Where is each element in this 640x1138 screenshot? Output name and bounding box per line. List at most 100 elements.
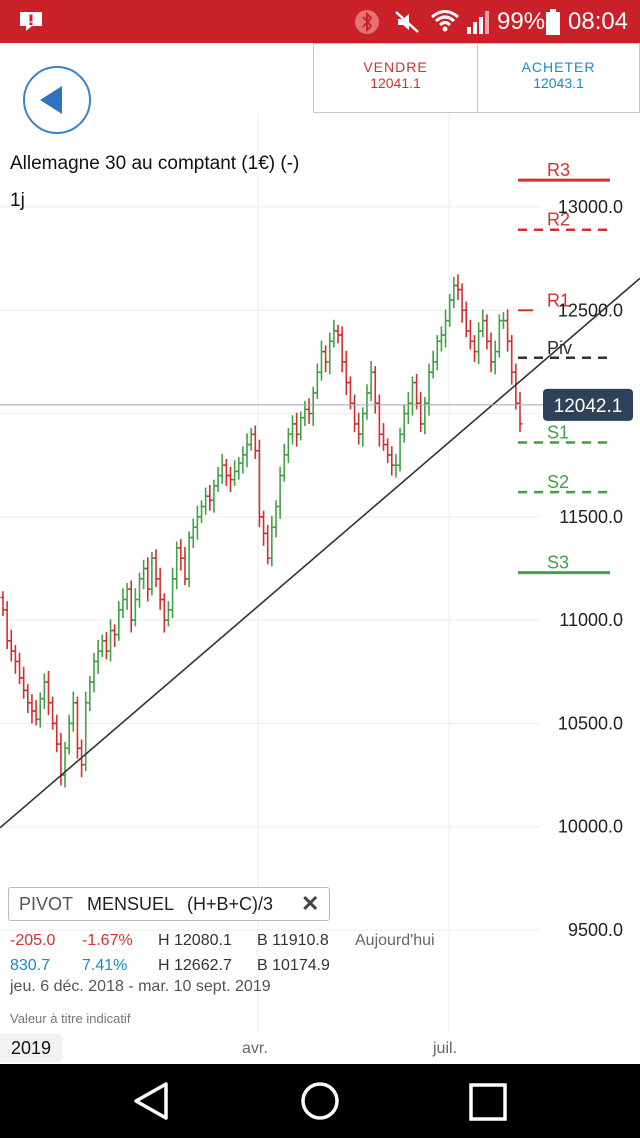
price-bar bbox=[517, 392, 523, 433]
x-label-apr: avr. bbox=[242, 1040, 268, 1057]
y-tick-label: 12500.0 bbox=[558, 300, 623, 320]
daily-change: -205.0 bbox=[10, 932, 56, 949]
price-bar bbox=[112, 624, 118, 647]
buy-label: ACHETER bbox=[521, 59, 596, 75]
price-bar bbox=[356, 412, 362, 445]
y-tick-label: 11000.0 bbox=[559, 610, 623, 630]
price-bar bbox=[203, 487, 209, 515]
price-bar bbox=[314, 363, 320, 400]
price-bar bbox=[405, 392, 411, 424]
price-bar bbox=[95, 639, 101, 674]
range-change: 830.7 bbox=[10, 957, 51, 974]
timeframe-selector[interactable]: 1j bbox=[10, 190, 25, 212]
price-bar bbox=[70, 691, 76, 732]
price-bar bbox=[153, 549, 159, 588]
sell-button[interactable]: VENDRE 12041.1 bbox=[313, 43, 478, 113]
price-bar bbox=[426, 363, 432, 416]
price-bar bbox=[472, 335, 478, 362]
pivot-label-r3: R3 bbox=[547, 160, 570, 180]
close-icon[interactable]: ✕ bbox=[301, 891, 319, 917]
price-bar bbox=[141, 559, 147, 590]
price-bar bbox=[488, 332, 494, 373]
price-bar bbox=[335, 324, 341, 344]
bluetooth-icon bbox=[355, 10, 379, 34]
range-low: B 10174.9 bbox=[257, 957, 330, 974]
pivot-label-piv: Piv bbox=[547, 338, 572, 358]
buy-button[interactable]: ACHETER 12043.1 bbox=[477, 43, 640, 113]
price-bar bbox=[269, 516, 275, 567]
y-tick-label: 9500.0 bbox=[568, 920, 623, 940]
indicator-chip[interactable]: PIVOT MENSUEL (H+B+C)/3 ✕ bbox=[8, 887, 330, 921]
price-bar bbox=[480, 309, 486, 338]
y-tick-label: 10000.0 bbox=[558, 817, 623, 837]
price-bar bbox=[124, 582, 130, 610]
price-bar bbox=[207, 485, 213, 511]
price-bar bbox=[505, 309, 511, 352]
nav-recents-icon[interactable] bbox=[468, 1082, 510, 1122]
price-bar bbox=[385, 438, 391, 464]
sell-label: VENDRE bbox=[363, 59, 428, 75]
clock: 08:04 bbox=[568, 8, 629, 35]
price-bar bbox=[4, 601, 10, 650]
current-price-label: 12042.1 bbox=[554, 396, 623, 417]
back-button[interactable] bbox=[22, 65, 92, 135]
date-range: jeu. 6 déc. 2018 - mar. 10 sept. 2019 bbox=[10, 978, 271, 995]
price-bar bbox=[285, 428, 291, 464]
price-bar bbox=[414, 373, 420, 410]
price-bar bbox=[103, 632, 109, 660]
instrument-name: Allemagne 30 au comptant (1€) (-) bbox=[10, 153, 300, 174]
price-bar bbox=[0, 591, 6, 617]
price-bar bbox=[219, 454, 225, 484]
price-bar bbox=[54, 714, 60, 753]
mute-icon bbox=[395, 11, 419, 33]
price-bar bbox=[223, 459, 229, 486]
price-bar bbox=[29, 694, 35, 724]
x-label-year: 2019 bbox=[11, 1038, 52, 1058]
price-bar bbox=[443, 309, 449, 348]
price-bar bbox=[74, 696, 80, 759]
price-bar bbox=[211, 479, 217, 513]
price-bar bbox=[306, 398, 312, 424]
price-bar bbox=[215, 466, 221, 493]
price-bar bbox=[170, 567, 176, 619]
price-bar bbox=[8, 629, 14, 662]
price-bar bbox=[108, 619, 114, 662]
price-bar bbox=[120, 588, 126, 619]
price-bar bbox=[438, 326, 444, 352]
price-bar bbox=[318, 340, 324, 381]
price-bar bbox=[323, 345, 329, 373]
navigation-bar bbox=[0, 1064, 640, 1138]
price-bar bbox=[91, 652, 97, 693]
price-bar bbox=[99, 634, 105, 658]
range-high: H 12662.7 bbox=[158, 957, 232, 974]
price-bar bbox=[252, 425, 258, 460]
indicator-period: MENSUEL bbox=[87, 894, 175, 914]
price-bar bbox=[459, 283, 465, 323]
price-bar bbox=[455, 274, 461, 300]
disclaimer: Valeur à titre indicatif bbox=[10, 1011, 131, 1026]
daily-change-pct: -1.67% bbox=[82, 932, 133, 949]
nav-back-icon[interactable] bbox=[130, 1080, 174, 1122]
price-bar bbox=[236, 456, 242, 480]
price-bar bbox=[232, 460, 238, 486]
price-bars bbox=[0, 274, 523, 788]
price-bar bbox=[389, 446, 395, 476]
price-bar bbox=[327, 332, 333, 375]
price-bar bbox=[281, 443, 287, 482]
price-bar bbox=[492, 340, 498, 375]
price-bar bbox=[418, 392, 424, 433]
y-tick-label: 13000.0 bbox=[558, 197, 623, 217]
price-bar bbox=[372, 366, 378, 414]
price-bar bbox=[194, 505, 200, 540]
pivot-label-s3: S3 bbox=[547, 553, 569, 573]
price-bar bbox=[186, 531, 192, 588]
price-bar bbox=[261, 510, 267, 546]
price-bar bbox=[244, 433, 250, 468]
price-bar bbox=[174, 541, 180, 590]
price-bar bbox=[37, 692, 43, 728]
wifi-icon bbox=[431, 10, 459, 32]
price-bar bbox=[21, 666, 27, 699]
price-bar bbox=[434, 335, 440, 371]
price-bar bbox=[25, 684, 31, 714]
nav-home-icon[interactable] bbox=[298, 1080, 342, 1122]
